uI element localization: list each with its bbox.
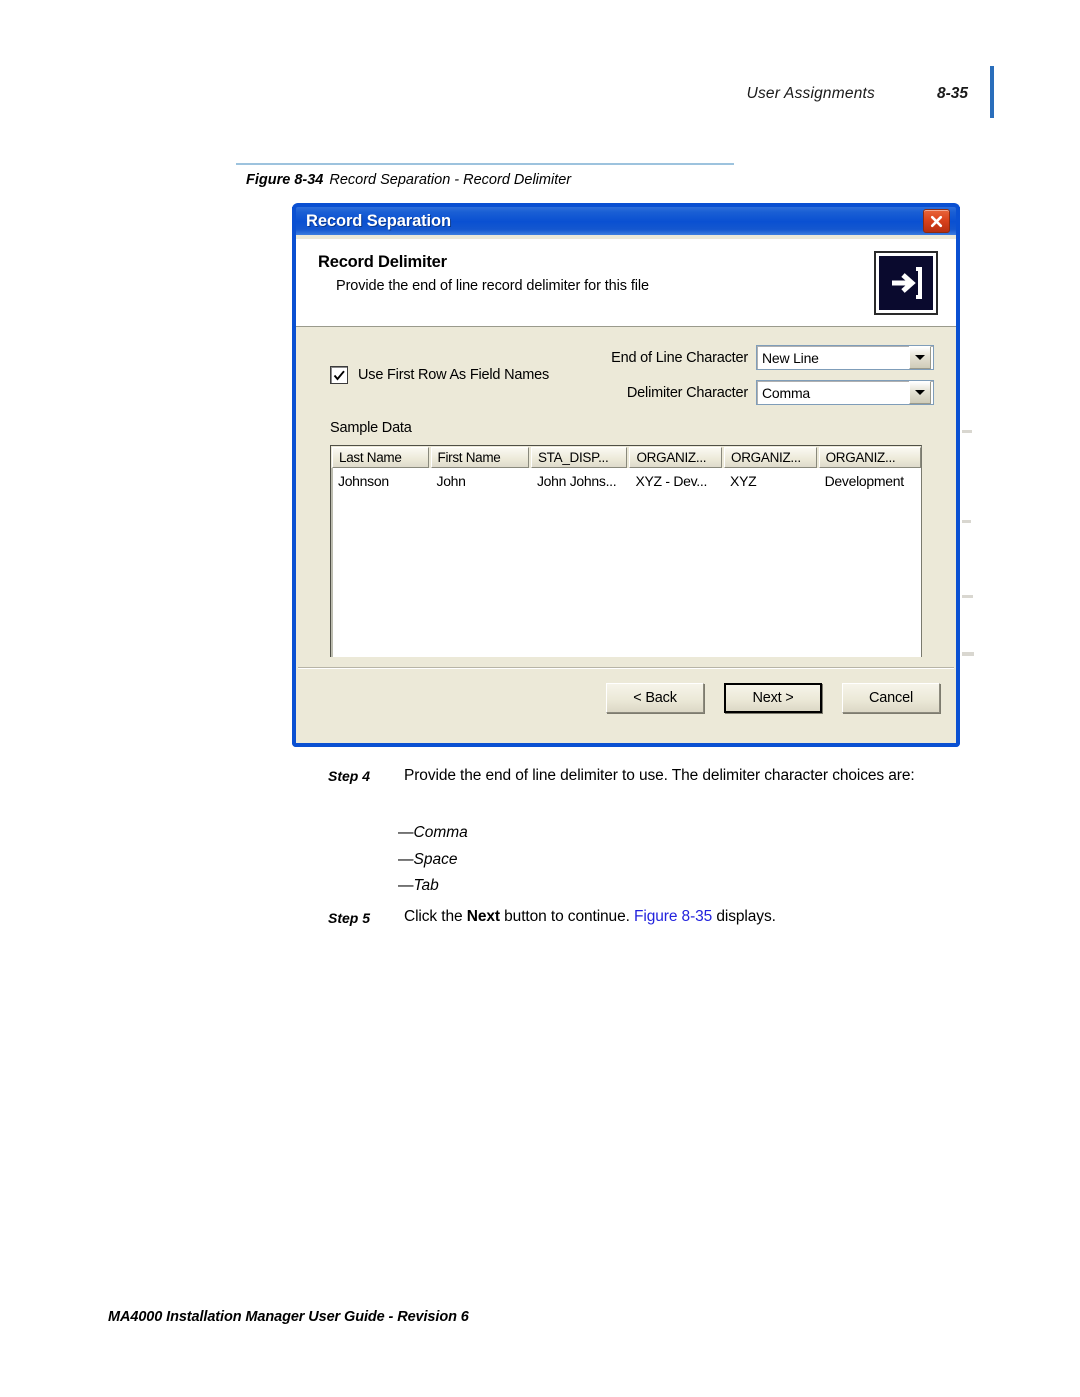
checkmark-icon[interactable] xyxy=(330,366,348,384)
cell-last-name: Johnson xyxy=(338,473,389,489)
column-header-organiz-2[interactable]: ORGANIZ... xyxy=(724,447,817,468)
footer-divider xyxy=(298,667,954,669)
delimiter-character-row: Delimiter Character Comma xyxy=(611,380,934,405)
dialog-titlebar[interactable]: Record Separation xyxy=(292,203,960,235)
list-item: —Space xyxy=(398,847,468,874)
cell-organiz-1: XYZ - Dev... xyxy=(635,473,708,489)
page-footer: MA4000 Installation Manager User Guide -… xyxy=(108,1309,469,1325)
page-header: User Assignments 8-35 xyxy=(746,66,994,120)
dialog-subheading: Provide the end of line record delimiter… xyxy=(336,278,649,294)
step-5-text: Click the Next button to continue. Figur… xyxy=(404,906,1004,928)
checkbox-label: Use First Row As Field Names xyxy=(358,367,549,383)
dialog-body: Use First Row As Field Names End of Line… xyxy=(296,327,956,678)
list-item: —Tab xyxy=(398,873,468,900)
sample-data-section: Sample Data xyxy=(296,405,956,437)
figure-caption: Figure 8-34 Record Separation - Record De… xyxy=(246,172,571,188)
delimiter-character-select[interactable]: Comma xyxy=(756,380,934,405)
column-header-organiz-3[interactable]: ORGANIZ... xyxy=(818,447,921,468)
grid-left-edge xyxy=(331,468,333,677)
dialog-title: Record Separation xyxy=(306,211,452,230)
dialog-header: Record Delimiter Provide the end of line… xyxy=(296,239,956,327)
options-row: Use First Row As Field Names End of Line… xyxy=(296,327,956,405)
cell-first-name: John xyxy=(436,473,466,489)
cell-organiz-3: Development xyxy=(824,473,905,489)
page-number: 8-35 xyxy=(936,85,968,102)
header-accent-bar xyxy=(990,66,994,118)
delimiter-choice-list: —Comma —Space —Tab xyxy=(398,820,468,900)
use-first-row-checkbox[interactable]: Use First Row As Field Names xyxy=(330,366,549,384)
chevron-down-icon[interactable] xyxy=(909,346,931,369)
back-button[interactable]: < Back xyxy=(606,683,704,713)
column-header-organiz-1[interactable]: ORGANIZ... xyxy=(629,447,723,468)
footer-button-group: < Back Next > Cancel xyxy=(606,683,940,713)
step-5-suffix: displays. xyxy=(712,908,776,925)
bullet-dash: — xyxy=(398,850,414,868)
sample-data-label: Sample Data xyxy=(330,420,412,436)
chevron-down-icon[interactable] xyxy=(909,381,931,404)
end-of-line-character-value: New Line xyxy=(762,349,819,366)
figure-divider xyxy=(236,163,734,165)
background-artifact xyxy=(962,652,974,656)
delimiter-character-value: Comma xyxy=(762,384,811,401)
next-button[interactable]: Next > xyxy=(724,683,822,713)
bullet-dash: — xyxy=(398,877,414,895)
dialog-heading: Record Delimiter xyxy=(318,253,447,271)
column-header-sta-disp[interactable]: STA_DISP... xyxy=(530,447,628,468)
list-item-label: Space xyxy=(413,850,458,868)
cell-sta-disp: John Johns... xyxy=(536,473,617,489)
arrow-right-into-box-icon xyxy=(876,253,936,313)
step-5-label: Step 5 xyxy=(328,910,371,926)
background-artifact xyxy=(962,520,971,523)
close-icon[interactable] xyxy=(923,209,950,233)
step-4-text: Provide the end of line delimiter to use… xyxy=(404,767,915,784)
combo-group: End of Line Character New Line Delimiter… xyxy=(611,345,934,405)
column-header-last-name[interactable]: Last Name xyxy=(332,447,429,468)
figure-title: Record Separation - Record Delimiter xyxy=(329,172,572,188)
step-5-middle: button to continue. xyxy=(499,908,635,925)
cancel-button[interactable]: Cancel xyxy=(842,683,940,713)
background-artifact xyxy=(962,430,972,433)
page-header-title: User Assignments xyxy=(746,85,875,102)
figure-label: Figure 8-34 xyxy=(246,172,324,188)
step-5-bold: Next xyxy=(466,908,500,925)
step-5-prefix: Click the xyxy=(404,908,467,925)
grid-header-row: Last Name First Name STA_DISP... ORGANIZ… xyxy=(331,446,921,468)
step-4-label: Step 4 xyxy=(328,768,371,784)
list-item-label: Comma xyxy=(413,824,468,841)
bullet-dash: — xyxy=(398,824,414,841)
end-of-line-character-label: End of Line Character xyxy=(611,349,748,366)
table-row[interactable]: Johnson John John Johns... XYZ - Dev... … xyxy=(331,468,921,493)
end-of-line-character-select[interactable]: New Line xyxy=(756,345,934,370)
list-item: —Comma xyxy=(398,820,468,847)
cell-organiz-2: XYZ xyxy=(730,473,757,489)
list-item-label: Tab xyxy=(413,877,439,895)
background-artifact xyxy=(962,595,973,598)
sample-data-grid[interactable]: Last Name First Name STA_DISP... ORGANIZ… xyxy=(330,445,922,678)
end-of-line-character-row: End of Line Character New Line xyxy=(611,345,934,370)
record-separation-dialog: Record Separation Record Delimiter Provi… xyxy=(292,203,960,747)
column-header-first-name[interactable]: First Name xyxy=(430,447,529,468)
delimiter-character-label: Delimiter Character xyxy=(626,384,748,401)
figure-8-35-link[interactable]: Figure 8-35 xyxy=(634,908,712,925)
dialog-footer: < Back Next > Cancel xyxy=(296,657,956,743)
